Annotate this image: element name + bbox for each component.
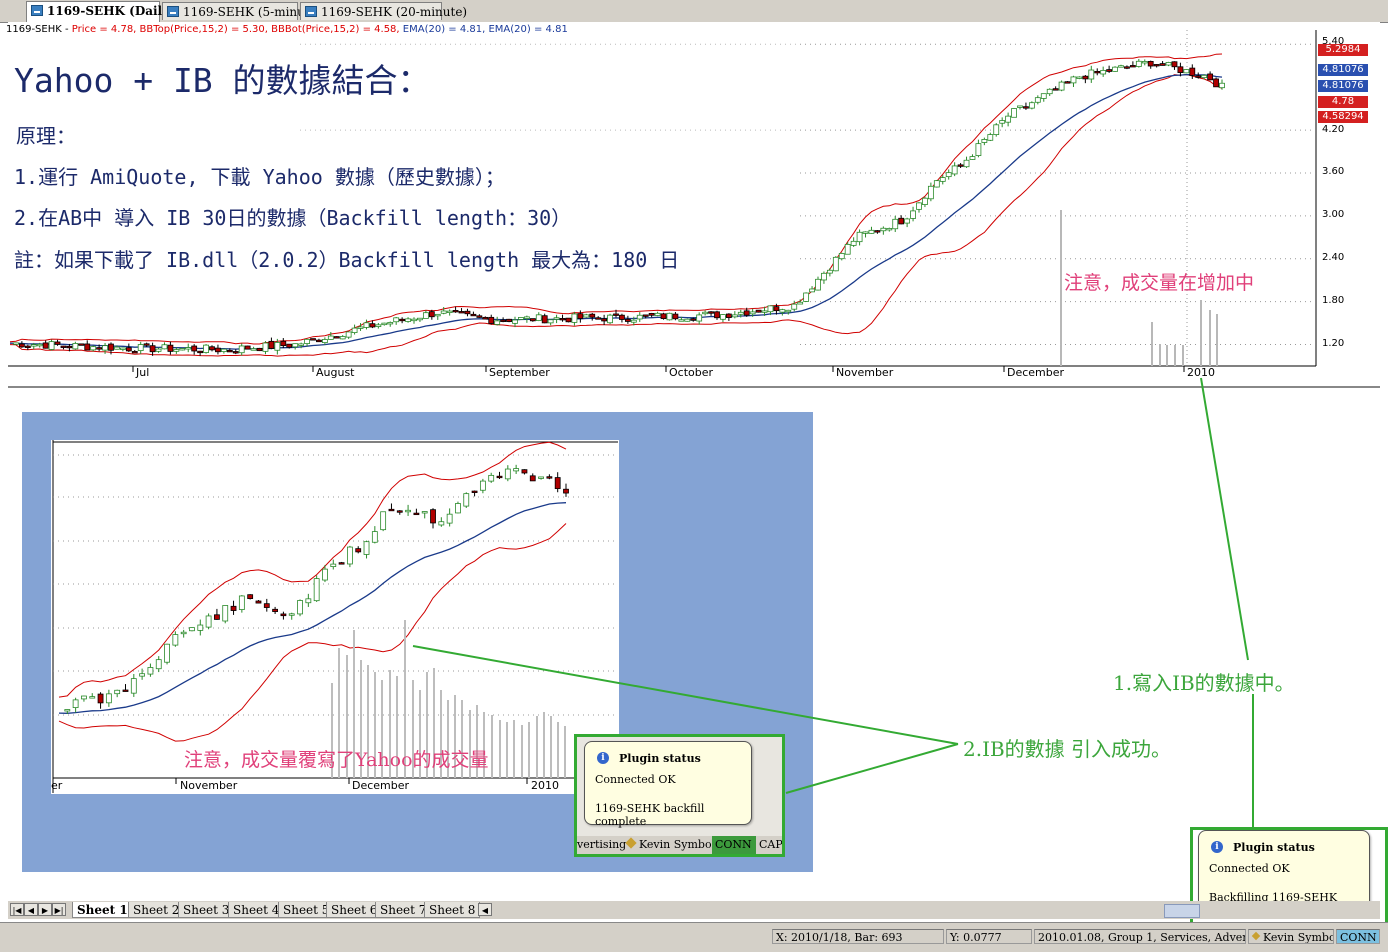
- candlestick: [297, 600, 303, 615]
- last-sheet-button[interactable]: ▶|: [52, 903, 66, 916]
- tab-sheet-2[interactable]: Sheet 2: [128, 902, 185, 918]
- candlestick: [155, 659, 162, 670]
- candlestick: [263, 603, 270, 608]
- tab-sheet-4[interactable]: Sheet 4: [228, 902, 285, 918]
- candlestick: [164, 643, 170, 663]
- candlestick: [222, 605, 229, 622]
- status-symbol-info: 2010.01.08, Group 1, Services, Advertisi…: [1034, 929, 1246, 944]
- candlestick: [172, 634, 179, 646]
- candlestick: [479, 480, 486, 491]
- candlestick: [413, 512, 420, 516]
- annotation-arrow: [1200, 377, 1249, 661]
- tab-sheet-6[interactable]: Sheet 6: [326, 902, 383, 918]
- tab-sheet-1[interactable]: Sheet 1: [72, 902, 133, 918]
- candlestick: [105, 693, 112, 704]
- annotation-ib-import-success: 2.IB的數據 引入成功。: [963, 737, 1172, 761]
- candlestick: [546, 476, 553, 479]
- candlestick: [139, 673, 146, 677]
- conn-indicator[interactable]: CONN: [1336, 929, 1380, 944]
- candlestick: [405, 509, 411, 513]
- candlestick: [538, 476, 544, 479]
- candlestick: [371, 531, 378, 543]
- candlestick: [280, 613, 287, 617]
- candlestick: [446, 513, 453, 524]
- candlestick: [347, 546, 353, 565]
- candlestick: [330, 563, 337, 567]
- candlestick: [72, 699, 79, 708]
- bollinger-bottom-line: [58, 523, 567, 742]
- candlestick: [238, 595, 245, 610]
- candlestick: [521, 469, 528, 474]
- status-database[interactable]: Kevin Symbol: [1248, 929, 1334, 944]
- candlestick: [64, 709, 71, 712]
- candlestick: [81, 695, 87, 700]
- month-label: er: [51, 779, 63, 792]
- candlestick: [255, 600, 262, 604]
- candlestick: [554, 477, 561, 490]
- status-y-value: Y: 0.0777: [946, 929, 1032, 944]
- candlestick: [205, 615, 212, 628]
- candlestick: [455, 503, 461, 514]
- next-sheet-button[interactable]: ▶: [38, 903, 52, 916]
- candlestick: [147, 667, 154, 675]
- tab-sheet-8[interactable]: Sheet 8: [424, 902, 481, 918]
- month-label: December: [352, 779, 410, 792]
- candlestick: [430, 509, 436, 524]
- candlestick: [313, 578, 320, 602]
- highlight-box-small: [574, 734, 785, 857]
- horizontal-scrollbar-thumb[interactable]: [1164, 904, 1200, 918]
- candlestick: [189, 627, 195, 632]
- volume-overwrite-note: 注意，成交量覆寫了Yahoo的成交量: [184, 749, 489, 771]
- candlestick: [180, 631, 187, 635]
- candlestick: [214, 614, 220, 620]
- candlestick: [130, 678, 137, 694]
- annotation-arrow: [412, 645, 959, 745]
- candlestick: [97, 693, 104, 704]
- symbol-icon: [1251, 931, 1261, 941]
- first-sheet-button[interactable]: |◀: [10, 903, 24, 916]
- candlestick: [230, 605, 237, 611]
- candlestick: [272, 608, 278, 612]
- candlestick: [396, 510, 403, 513]
- candlestick: [89, 696, 96, 699]
- candlestick: [114, 689, 121, 695]
- candlestick: [322, 568, 328, 581]
- month-label: November: [180, 779, 238, 792]
- tab-sheet-7[interactable]: Sheet 7: [375, 902, 432, 918]
- candlestick: [496, 475, 503, 479]
- prev-sheet-button[interactable]: ◀: [24, 903, 38, 916]
- candlestick: [363, 541, 370, 555]
- candlestick: [438, 521, 445, 526]
- candlestick: [463, 493, 470, 507]
- candlestick: [488, 474, 495, 482]
- candlestick: [122, 689, 129, 692]
- candlestick: [504, 468, 511, 480]
- candlestick: [380, 511, 387, 531]
- candlestick: [388, 508, 395, 512]
- candlestick: [529, 475, 536, 482]
- candlestick: [247, 594, 254, 599]
- candlestick: [471, 490, 478, 493]
- month-label: 2010: [531, 779, 559, 792]
- candlestick: [305, 598, 312, 604]
- sheet-tab-bar: |◀ ◀ ▶ ▶| Sheet 1 Sheet 2 Sheet 3 Sheet …: [8, 901, 1380, 919]
- candlestick: [197, 624, 204, 631]
- annotation-arrow: [785, 743, 959, 794]
- candlestick: [338, 562, 345, 565]
- scroll-left-button[interactable]: ◀: [478, 903, 492, 916]
- candlestick: [288, 613, 295, 616]
- candlestick: [421, 511, 428, 514]
- status-cursor-position: X: 2010/1/18, Bar: 693: [772, 929, 944, 944]
- annotation-writing-ib-data: 1.寫入IB的數據中。: [1113, 671, 1295, 695]
- candlestick: [355, 548, 362, 553]
- candlestick: [513, 468, 520, 472]
- candlestick: [563, 488, 569, 494]
- status-bar: X: 2010/1/18, Bar: 693 Y: 0.0777 2010.01…: [0, 922, 1388, 952]
- tab-sheet-3[interactable]: Sheet 3: [178, 902, 235, 918]
